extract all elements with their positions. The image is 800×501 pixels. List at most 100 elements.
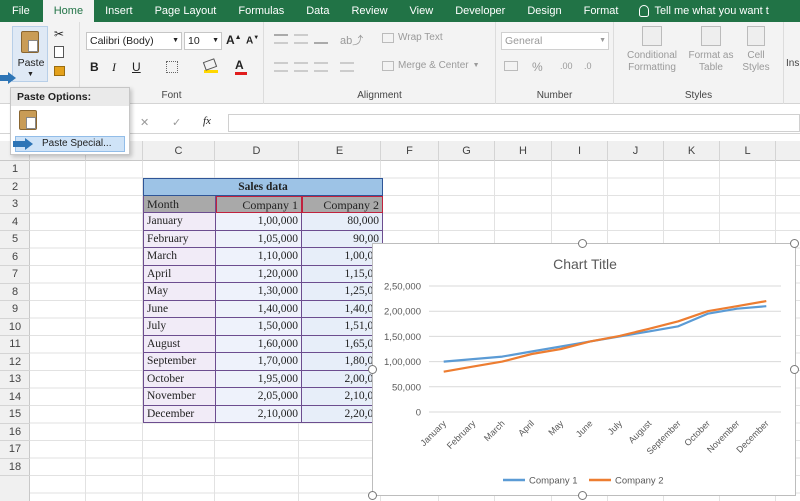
decimal-increase-icon[interactable]: .00 (560, 61, 573, 71)
paste-clipboard-icon[interactable] (19, 110, 37, 130)
table-cell[interactable]: August (143, 335, 216, 353)
table-cell[interactable]: 1,30,000 (216, 283, 302, 301)
number-format-select[interactable]: General ▼ (501, 32, 609, 50)
row-header-10[interactable]: 10 (0, 319, 30, 336)
tab-insert[interactable]: Insert (94, 0, 144, 22)
chart-resize-handle-right[interactable] (790, 365, 799, 374)
tell-me-search[interactable]: Tell me what you want t (629, 0, 769, 22)
row-header-2[interactable]: 2 (0, 179, 30, 196)
table-cell[interactable]: June (143, 300, 216, 318)
table-cell[interactable]: 2,05,000 (216, 388, 302, 406)
chart-resize-handle-bottom[interactable] (578, 491, 587, 500)
table-cell[interactable]: October (143, 370, 216, 388)
row-header-8[interactable]: 8 (0, 284, 30, 301)
table-cell[interactable]: 1,70,000 (216, 353, 302, 371)
table-cell[interactable]: 2,20,00 (302, 405, 383, 423)
table-cell[interactable]: September (143, 353, 216, 371)
column-header-h[interactable]: H (495, 141, 552, 161)
format-as-table-button[interactable]: Format as Table (686, 26, 736, 74)
font-name-select[interactable]: Calibri (Body) ▼ (86, 32, 182, 50)
row-header-1[interactable]: 1 (0, 161, 30, 179)
table-cell[interactable]: 1,05,000 (216, 230, 302, 248)
formula-input[interactable] (228, 114, 800, 132)
row-header-7[interactable]: 7 (0, 266, 30, 284)
tab-view[interactable]: View (399, 0, 445, 22)
row-header-4[interactable]: 4 (0, 214, 30, 231)
table-cell[interactable]: February (143, 230, 216, 248)
column-header-f[interactable]: F (381, 141, 439, 161)
cut-icon[interactable]: ✂ (54, 27, 64, 41)
middle-align-icon[interactable] (294, 34, 308, 44)
row-header-11[interactable]: 11 (0, 336, 30, 354)
tab-developer[interactable]: Developer (444, 0, 516, 22)
table-cell[interactable]: 90,00 (302, 230, 383, 248)
table-cell[interactable]: 2,10,000 (216, 405, 302, 423)
table-cell[interactable]: 1,15,00 (302, 265, 383, 283)
table-cell[interactable]: 2,10,00 (302, 388, 383, 406)
column-header-l[interactable]: L (720, 141, 776, 161)
bold-button[interactable]: B (90, 60, 99, 74)
table-cell[interactable]: 1,95,000 (216, 370, 302, 388)
table-cell[interactable]: 1,00,000 (216, 213, 302, 231)
tab-format[interactable]: Format (573, 0, 630, 22)
italic-button[interactable]: I (112, 60, 116, 75)
row-header-13[interactable]: 13 (0, 371, 30, 389)
chart-title[interactable]: Chart Title (553, 256, 617, 272)
conditional-formatting-button[interactable]: Conditional Formatting (622, 26, 682, 74)
paste-button[interactable]: Paste ▼ (12, 26, 48, 82)
table-cell[interactable]: 1,50,000 (216, 318, 302, 336)
copy-icon[interactable] (54, 46, 64, 58)
table-cell[interactable]: May (143, 283, 216, 301)
increase-font-icon[interactable]: A▲ (226, 33, 242, 47)
row-header-3[interactable]: 3 (0, 196, 30, 214)
table-cell[interactable]: December (143, 405, 216, 423)
table-cell[interactable]: 1,25,00 (302, 283, 383, 301)
enter-icon[interactable]: ✓ (172, 116, 181, 129)
row-header-15[interactable]: 15 (0, 406, 30, 424)
table-cell[interactable]: March (143, 248, 216, 266)
table-cell[interactable]: January (143, 213, 216, 231)
row-header-12[interactable]: 12 (0, 354, 30, 371)
fill-color-icon[interactable] (202, 58, 218, 74)
center-align-icon[interactable] (294, 62, 308, 72)
chart-resize-handle-bottom-left[interactable] (368, 491, 377, 500)
table-cell[interactable]: 1,65,00 (302, 335, 383, 353)
column-header-d[interactable]: D (215, 141, 299, 161)
merge-center-button[interactable]: Merge & Center ▼ (382, 60, 480, 71)
table-cell[interactable]: 1,51,00 (302, 318, 383, 336)
borders-icon[interactable] (166, 61, 178, 73)
insert-function-icon[interactable]: fx (203, 115, 211, 127)
row-header-14[interactable]: 14 (0, 389, 30, 406)
left-align-icon[interactable] (274, 62, 288, 72)
decimal-decrease-icon[interactable]: .0 (584, 61, 592, 71)
table-cell[interactable]: 1,10,000 (216, 248, 302, 266)
column-header-g[interactable]: G (439, 141, 495, 161)
font-color-icon[interactable]: A (235, 58, 247, 75)
tab-data[interactable]: Data (295, 0, 340, 22)
font-size-select[interactable]: 10 ▼ (184, 32, 222, 50)
orientation-icon[interactable]: ab⤴ (340, 32, 363, 48)
row-header-16[interactable]: 16 (0, 424, 30, 441)
row-header-6[interactable]: 6 (0, 249, 30, 266)
top-align-icon[interactable] (274, 34, 288, 44)
chart-resize-handle-top-right[interactable] (790, 239, 799, 248)
table-cell[interactable]: July (143, 318, 216, 336)
indent-icon[interactable] (340, 62, 354, 72)
tab-design[interactable]: Design (516, 0, 572, 22)
table-title[interactable]: Sales data (143, 178, 383, 196)
underline-button[interactable]: U (132, 60, 141, 74)
currency-icon[interactable] (504, 61, 518, 71)
tab-formulas[interactable]: Formulas (227, 0, 295, 22)
tab-review[interactable]: Review (340, 0, 398, 22)
column-header-k[interactable]: K (664, 141, 720, 161)
right-align-icon[interactable] (314, 62, 328, 72)
row-header-17[interactable]: 17 (0, 441, 30, 459)
table-header-cell[interactable]: Company 1 (216, 195, 302, 213)
table-cell[interactable]: 1,60,000 (216, 335, 302, 353)
decrease-font-icon[interactable]: A▼ (246, 35, 259, 46)
table-cell[interactable]: 1,40,00 (302, 300, 383, 318)
table-cell[interactable]: 1,20,000 (216, 265, 302, 283)
table-header-cell[interactable]: Month (143, 195, 216, 213)
table-cell[interactable]: 1,00,00 (302, 248, 383, 266)
column-header-i[interactable]: I (552, 141, 608, 161)
